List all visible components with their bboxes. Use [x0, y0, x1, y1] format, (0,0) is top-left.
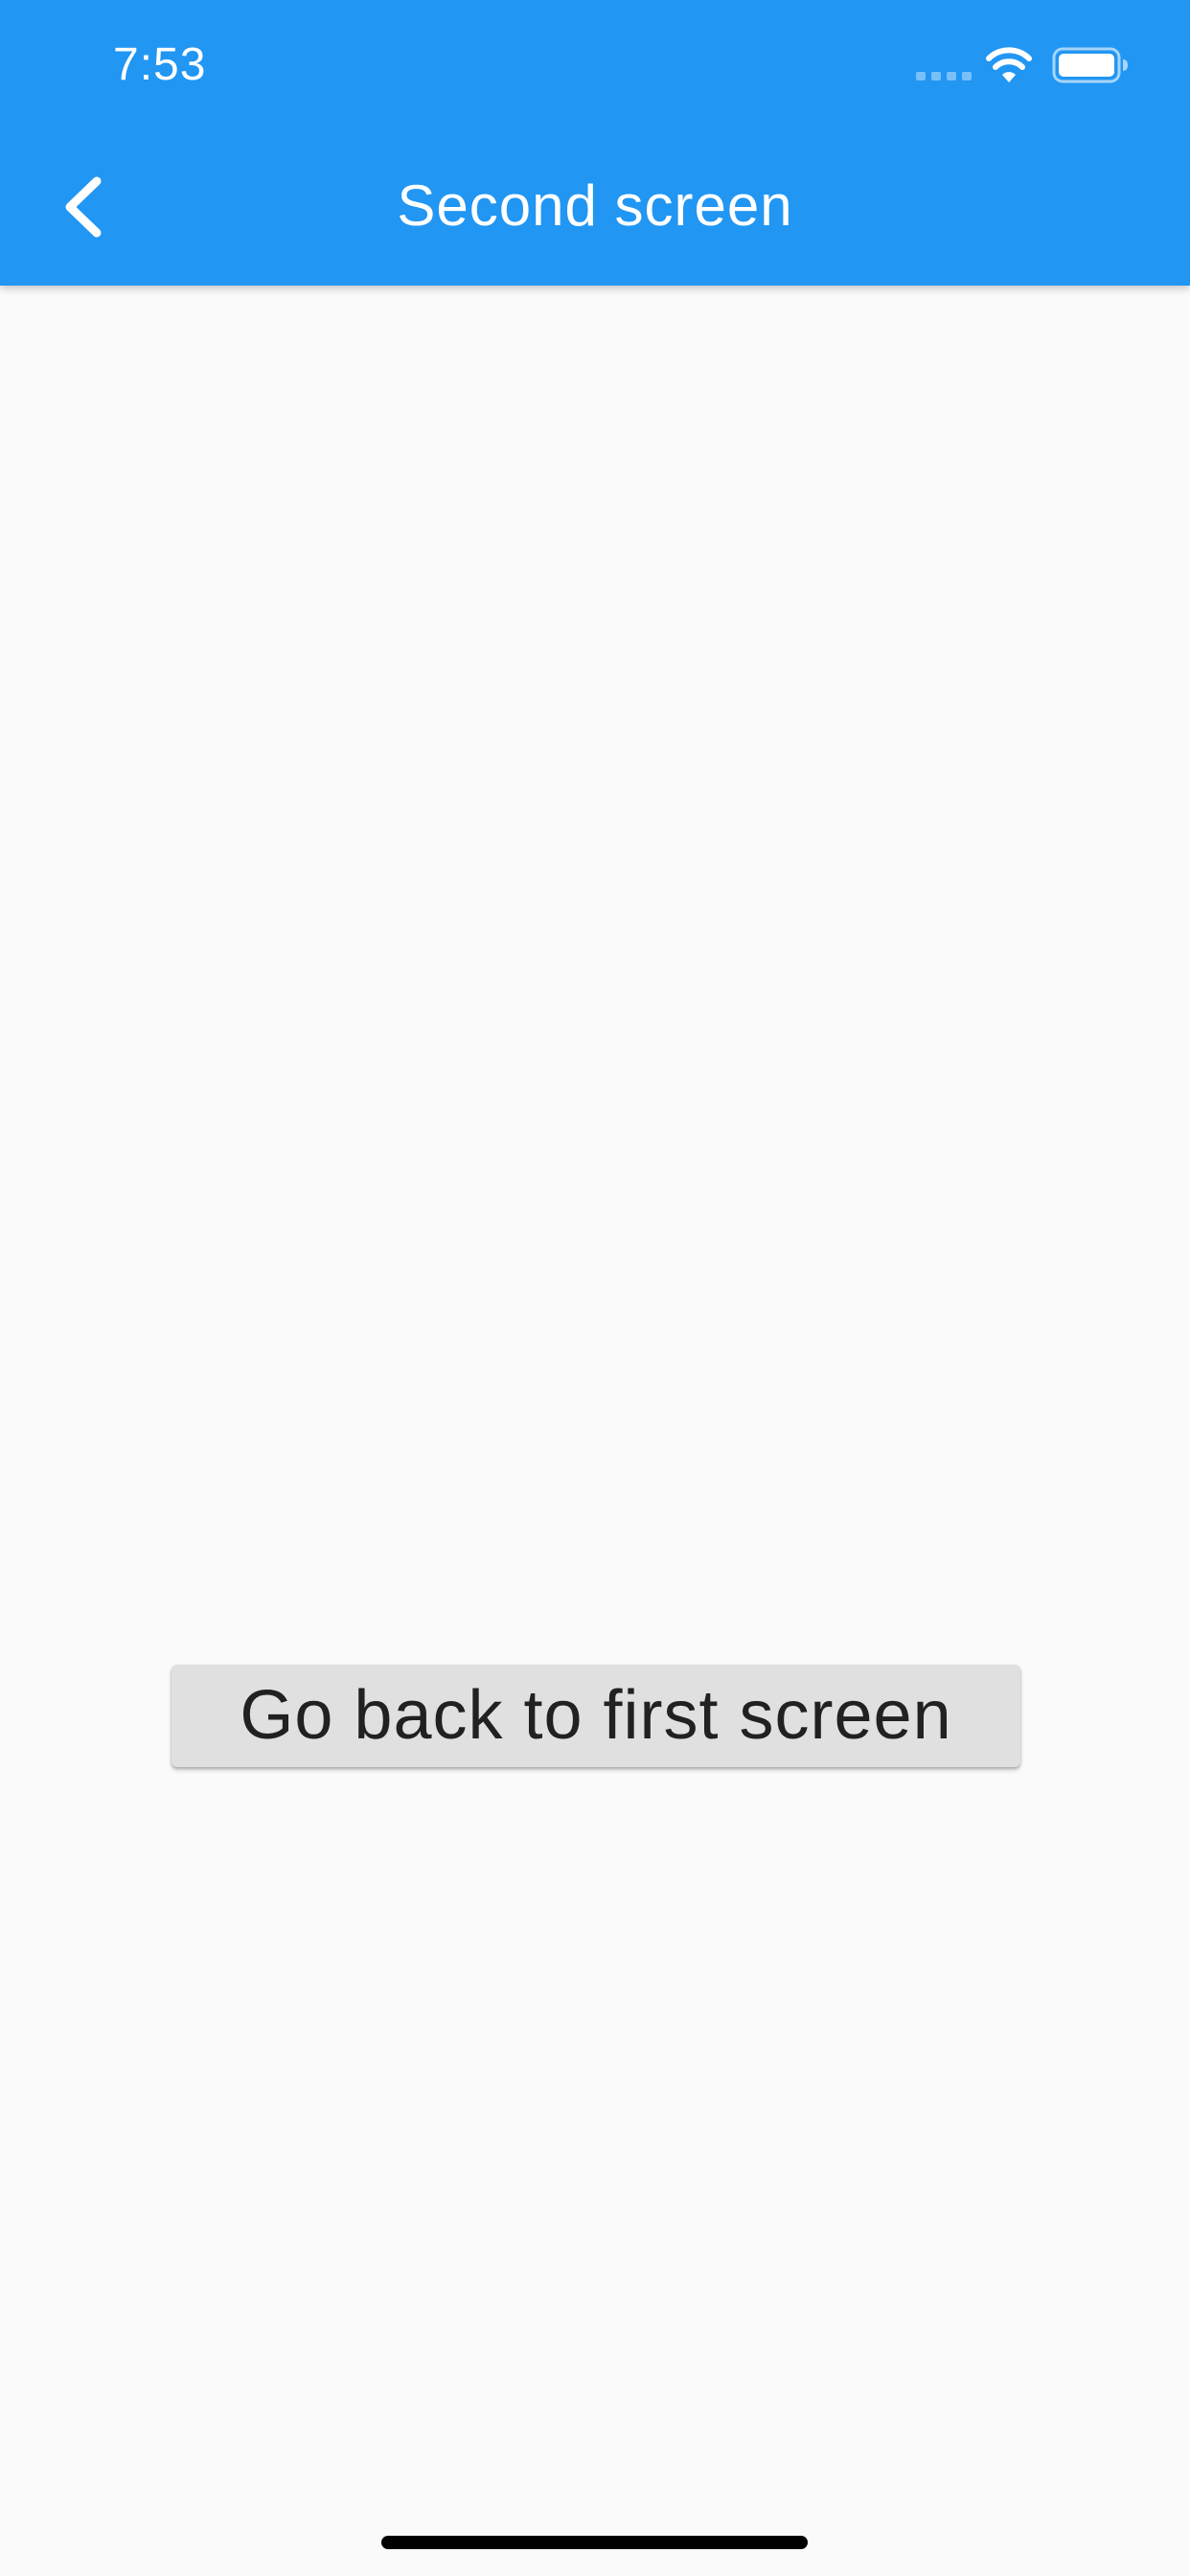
page-title: Second screen: [397, 173, 793, 238]
wifi-icon: [986, 47, 1032, 82]
cellular-signal-icon: [916, 72, 972, 80]
home-indicator[interactable]: [381, 2536, 808, 2549]
status-bar-time: 7:53: [113, 39, 207, 90]
main-content: Go back to first screen: [0, 286, 1190, 2576]
go-back-to-first-screen-button[interactable]: Go back to first screen: [172, 1665, 1020, 1767]
battery-icon: [1052, 47, 1128, 83]
app-bar: 7:53 Second screen: [0, 0, 1190, 286]
